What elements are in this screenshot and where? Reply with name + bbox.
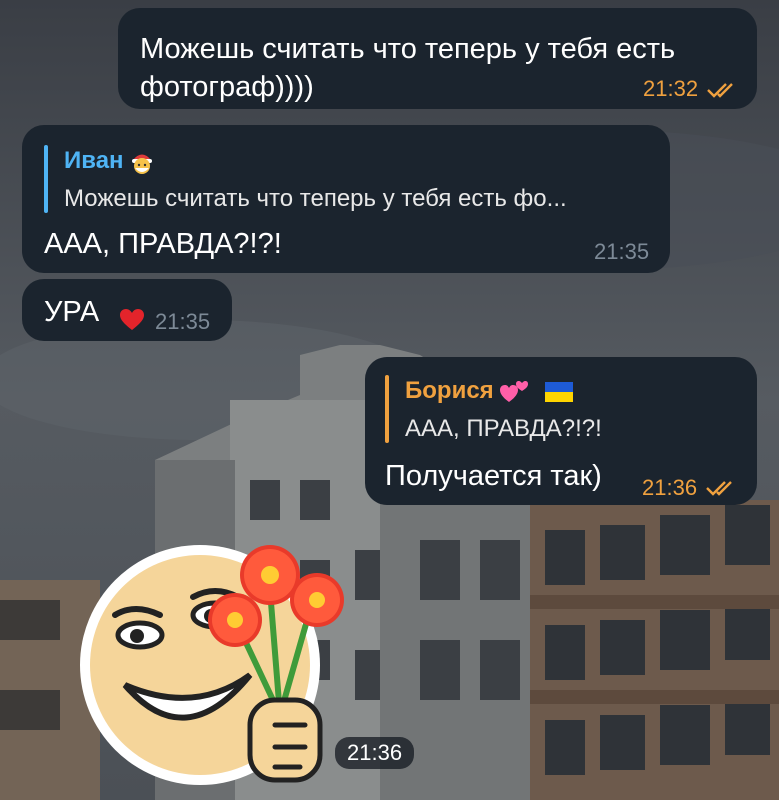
message-bubble-incoming[interactable]: УРА 21:35 xyxy=(22,279,232,341)
smiley-with-flowers-sticker[interactable] xyxy=(75,515,355,795)
message-bubble-incoming[interactable]: Иван Можешь считать что теперь у тебя ес… xyxy=(22,125,670,273)
double-check-icon xyxy=(706,481,732,496)
reply-author[interactable]: Борися xyxy=(405,377,574,405)
heart-reaction-icon[interactable] xyxy=(119,308,145,332)
message-text: УРА xyxy=(44,296,100,328)
message-bubble-outgoing[interactable]: Можешь считать что теперь у тебя есть фо… xyxy=(118,8,757,109)
message-time: 21:35 xyxy=(594,239,650,264)
ukraine-flag-icon xyxy=(545,381,574,402)
santa-emoji-icon xyxy=(132,154,153,174)
reply-author-name: Иван xyxy=(64,147,124,174)
double-check-icon xyxy=(707,83,733,98)
message-time: 21:35 xyxy=(155,309,211,334)
message-bubble-outgoing[interactable]: Борися ААА, ПРАВДА?!?! Получается так) 2… xyxy=(365,357,757,505)
sticker-time: 21:36 xyxy=(335,737,415,769)
reply-author[interactable]: Иван xyxy=(64,147,154,175)
reply-quote-bar xyxy=(44,145,48,213)
reply-quote-text: Можешь считать что теперь у тебя есть фо… xyxy=(64,185,567,212)
message-text: Получается так) xyxy=(385,460,602,492)
message-text: ААА, ПРАВДА?!?! xyxy=(44,228,282,260)
reply-quote-text: ААА, ПРАВДА?!?! xyxy=(405,415,602,442)
two-hearts-emoji-icon xyxy=(500,380,529,402)
message-time: 21:32 xyxy=(643,76,699,101)
reply-quote-bar xyxy=(385,375,389,443)
message-time: 21:36 xyxy=(642,475,698,500)
reply-author-name: Борися xyxy=(405,377,494,404)
